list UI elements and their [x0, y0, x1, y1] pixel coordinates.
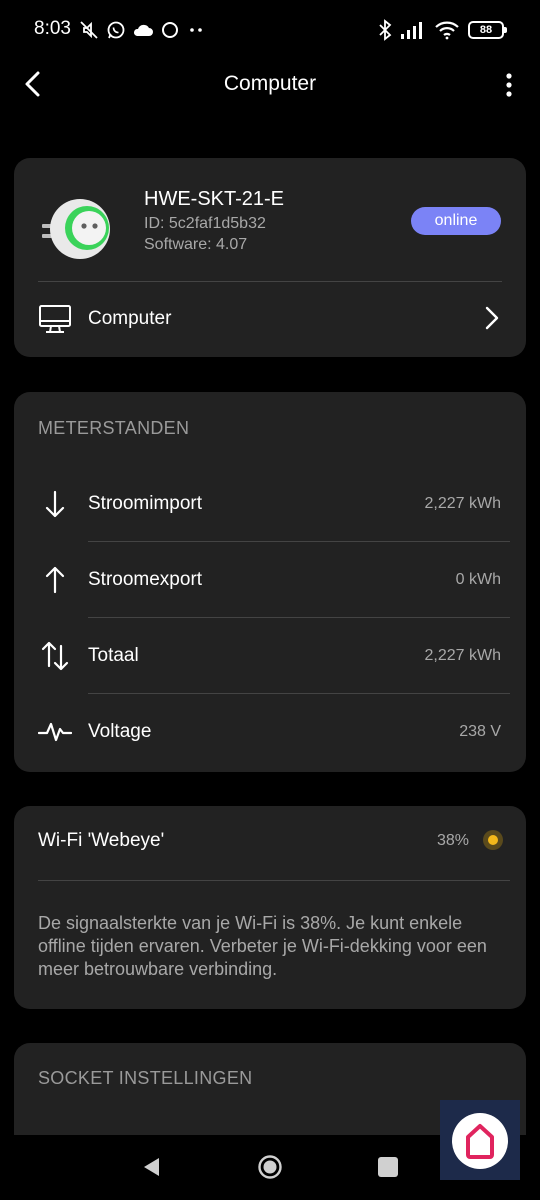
smart-plug-image: [38, 188, 116, 266]
recents-icon[interactable]: [378, 1157, 398, 1177]
arrow-down-icon: [45, 490, 65, 518]
meter-value: 238 V: [459, 723, 501, 740]
bluetooth-icon: [379, 19, 392, 41]
chevron-right-icon: [485, 306, 499, 330]
battery-icon: 88: [468, 21, 507, 39]
cloud-icon: [133, 24, 153, 36]
meter-label: Totaal: [88, 645, 139, 666]
meter-label: Stroomexport: [88, 569, 203, 590]
arrow-up-icon: [45, 566, 65, 594]
more-dots-icon: [190, 28, 202, 32]
wifi-network-label: Wi-Fi 'Webeye': [38, 830, 165, 851]
meter-row-import: Stroomimport 2,227 kWh: [14, 466, 526, 542]
back-icon[interactable]: [140, 1155, 164, 1179]
section-title: METERSTANDEN: [38, 418, 190, 438]
pulse-icon: [38, 722, 72, 742]
circle-icon: [162, 22, 178, 38]
app-bar: Computer: [0, 60, 540, 110]
divider: [38, 880, 510, 881]
device-id: ID: 5c2faf1d5b32: [144, 215, 266, 232]
status-bar: 8:03 88: [0, 0, 540, 60]
app-shortcut[interactable]: [440, 1100, 520, 1180]
meter-value: 2,227 kWh: [424, 647, 501, 664]
wifi-card: Wi-Fi 'Webeye' 38% De signaalsterkte van…: [14, 806, 526, 1009]
arrows-up-down-icon: [41, 641, 69, 671]
meter-readings-card: METERSTANDEN Stroomimport 2,227 kWh Stro…: [14, 392, 526, 772]
homewizard-logo-icon: [452, 1113, 508, 1169]
meter-value: 2,227 kWh: [424, 495, 501, 512]
meter-row-total: Totaal 2,227 kWh: [14, 618, 526, 694]
linked-appliance-label: Computer: [88, 308, 172, 329]
status-icons-left: [78, 18, 206, 42]
linked-appliance-row[interactable]: Computer: [14, 282, 526, 357]
home-icon[interactable]: [257, 1154, 283, 1180]
page-title: Computer: [223, 72, 317, 95]
meter-row-voltage: Voltage 238 V: [14, 694, 526, 770]
wifi-description: De signaalsterkte van je Wi-Fi is 38%. J…: [38, 913, 487, 979]
meter-value: 0 kWh: [455, 571, 501, 588]
mute-icon: [80, 21, 98, 39]
signal-icon: [401, 22, 422, 39]
wifi-icon: [435, 21, 459, 40]
section-title: SOCKET INSTELLINGEN: [38, 1068, 253, 1088]
device-name: HWE-SKT-21-E: [144, 188, 285, 210]
monitor-icon: [39, 305, 71, 333]
wifi-status-indicator: [483, 830, 503, 850]
meter-label: Voltage: [88, 721, 152, 742]
whatsapp-icon: [107, 21, 125, 39]
wifi-strength-value: 38%: [436, 832, 469, 849]
device-card: HWE-SKT-21-E ID: 5c2faf1d5b32 Software: …: [14, 158, 526, 357]
meter-label: Stroomimport: [88, 493, 203, 514]
status-badge: online: [411, 207, 501, 235]
more-options-button[interactable]: [494, 68, 524, 102]
meter-row-export: Stroomexport 0 kWh: [14, 542, 526, 618]
device-software: Software: 4.07: [144, 236, 248, 253]
status-icons-right: 88: [378, 18, 507, 42]
status-time: 8:03: [34, 18, 71, 39]
more-vertical-icon: [506, 73, 512, 97]
